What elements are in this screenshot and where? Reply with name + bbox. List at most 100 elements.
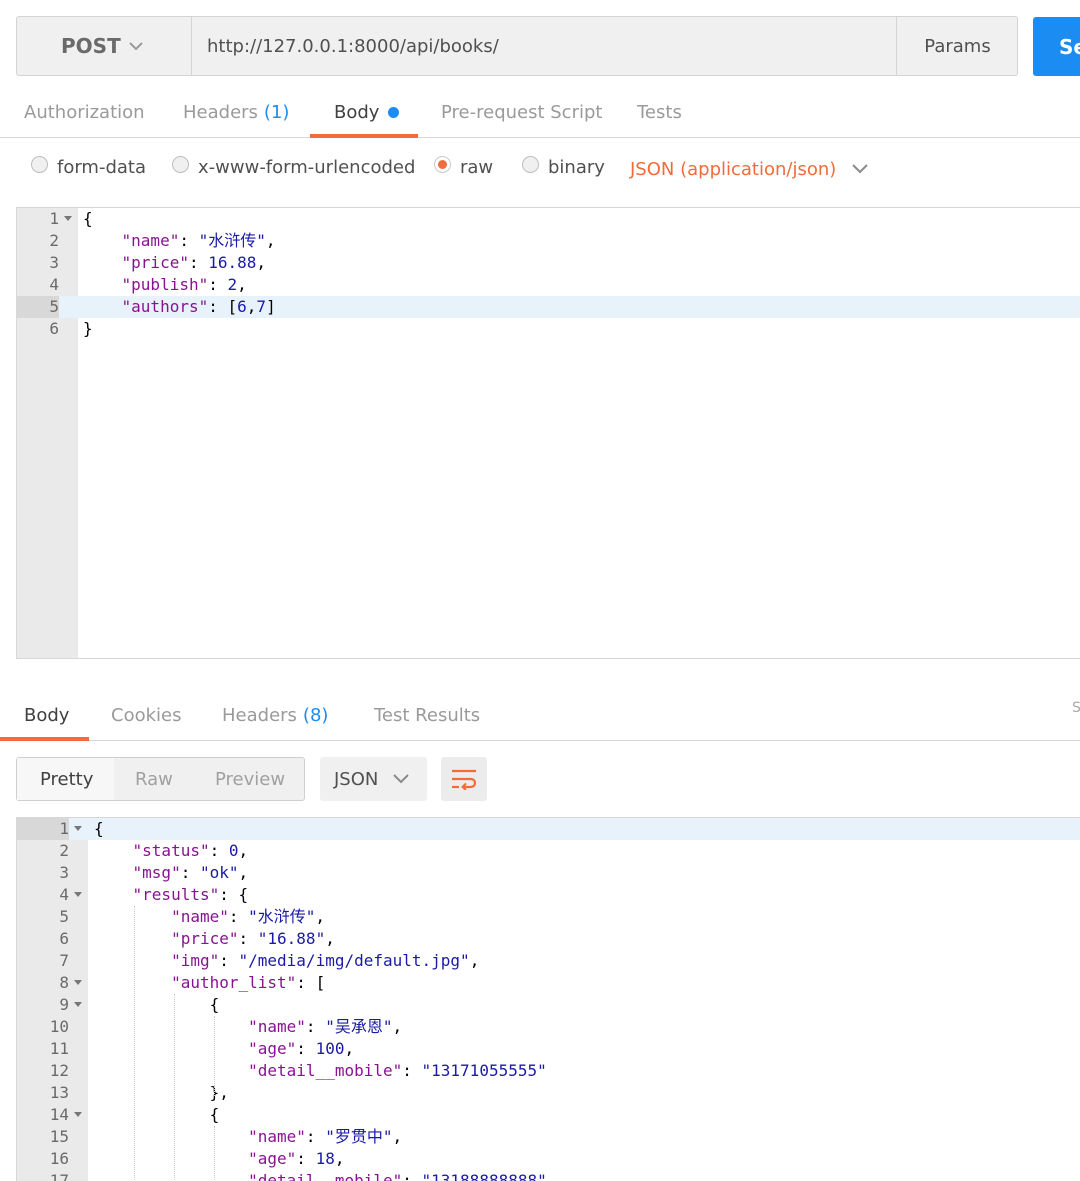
code-line: 11 "age": 100, bbox=[17, 1038, 1080, 1060]
fold-arrow-icon[interactable] bbox=[74, 1112, 82, 1117]
line-number: 15 bbox=[49, 1127, 69, 1146]
line-number: 5 bbox=[59, 907, 69, 926]
code-text: } bbox=[83, 319, 93, 338]
code-line: 4 "results": { bbox=[17, 884, 1080, 906]
params-button[interactable]: Params bbox=[896, 17, 1018, 75]
tab-body[interactable]: Body bbox=[334, 87, 400, 137]
radio-label: raw bbox=[460, 156, 494, 178]
url-input[interactable]: http://127.0.0.1:8000/api/books/ bbox=[207, 17, 499, 75]
tab-cookies[interactable]: Cookies bbox=[111, 690, 181, 740]
code-line: 8 "author_list": [ bbox=[17, 972, 1080, 994]
code-line: 3 "msg": "ok", bbox=[17, 862, 1080, 884]
wrap-lines-button[interactable] bbox=[441, 757, 487, 801]
line-number: 17 bbox=[49, 1171, 69, 1181]
view-preview[interactable]: Preview bbox=[215, 758, 285, 800]
line-number: 4 bbox=[49, 275, 59, 294]
view-raw[interactable]: Raw bbox=[135, 758, 173, 800]
code-line: 1{ bbox=[17, 208, 1080, 230]
line-number: 14 bbox=[49, 1105, 69, 1124]
fold-arrow-icon[interactable] bbox=[64, 216, 72, 221]
view-pretty[interactable]: Pretty bbox=[17, 758, 114, 800]
content-type-select[interactable]: JSON (application/json) bbox=[630, 150, 869, 188]
indent-guide bbox=[174, 994, 175, 1181]
tab-response-body[interactable]: Body bbox=[24, 690, 69, 740]
fold-arrow-icon[interactable] bbox=[74, 892, 82, 897]
tab-tests[interactable]: Tests bbox=[637, 87, 682, 137]
line-number: 12 bbox=[49, 1061, 69, 1080]
line-number: 1 bbox=[17, 818, 69, 840]
indent-guide bbox=[214, 1016, 215, 1096]
code-text: "author_list": [ bbox=[171, 973, 326, 992]
fold-arrow-icon[interactable] bbox=[74, 980, 82, 985]
body-mode-radios: form-data x-www-form-urlencoded raw bina… bbox=[0, 150, 1080, 184]
line-number: 8 bbox=[59, 973, 69, 992]
code-text: { bbox=[83, 209, 93, 228]
send-button[interactable]: Send bbox=[1033, 17, 1080, 76]
method-select[interactable]: POST bbox=[17, 17, 192, 75]
chevron-down-icon bbox=[393, 774, 409, 784]
tab-label: Pre-request Script bbox=[441, 101, 603, 123]
response-tabs: Body Cookies Headers (8) Test Results bbox=[0, 690, 1080, 741]
method-label: POST bbox=[61, 34, 121, 58]
code-line: 1{ bbox=[17, 818, 1080, 840]
code-line: 4 "publish": 2, bbox=[17, 274, 1080, 296]
code-line: 6 "price": "16.88", bbox=[17, 928, 1080, 950]
modified-dot-icon bbox=[388, 106, 400, 118]
tab-response-headers[interactable]: Headers (8) bbox=[222, 690, 328, 740]
radio-circle-icon bbox=[172, 155, 189, 173]
active-tab-indicator bbox=[310, 134, 418, 138]
code-line: 2 "status": 0, bbox=[17, 840, 1080, 862]
code-text: { bbox=[94, 995, 220, 1014]
active-tab-indicator bbox=[0, 737, 89, 741]
tab-test-results[interactable]: Test Results bbox=[374, 690, 480, 740]
line-number: 6 bbox=[49, 319, 59, 338]
fold-arrow-icon[interactable] bbox=[74, 826, 82, 831]
response-body-viewer[interactable]: 1{2 "status": 0, 3 "msg": "ok", 4 "results… bbox=[16, 817, 1080, 1181]
code-text: { bbox=[94, 819, 104, 838]
line-number: 2 bbox=[49, 231, 59, 250]
indent-guide bbox=[214, 1126, 215, 1181]
code-line: 9 { bbox=[17, 994, 1080, 1016]
line-number: 1 bbox=[49, 209, 59, 228]
code-text: "detail__mobile": "13188888888" bbox=[248, 1171, 547, 1181]
line-number: 13 bbox=[49, 1083, 69, 1102]
tab-pre-request-script[interactable]: Pre-request Script bbox=[441, 87, 602, 137]
chevron-down-icon bbox=[852, 164, 869, 174]
line-number: 6 bbox=[59, 929, 69, 948]
line-number: 2 bbox=[59, 841, 69, 860]
code-text: "age": 18, bbox=[248, 1149, 345, 1168]
tab-headers[interactable]: Headers (1) bbox=[183, 87, 289, 137]
radio-label: x-www-form-urlencoded bbox=[198, 156, 416, 178]
tab-label: Test Results bbox=[374, 704, 481, 726]
code-text: "authors": [6,7] bbox=[121, 297, 276, 316]
code-text: "detail__mobile": "13171055555" bbox=[248, 1061, 547, 1080]
tab-label: Headers bbox=[222, 704, 297, 726]
code-text: "img": "/media/img/default.jpg", bbox=[171, 951, 480, 970]
content-type-label: JSON (application/json) bbox=[630, 158, 837, 180]
code-text: "price": 16.88, bbox=[121, 253, 267, 272]
radio-circle-icon bbox=[31, 155, 48, 173]
code-line: 5 "name": "水浒传", bbox=[17, 906, 1080, 928]
line-number: 3 bbox=[59, 863, 69, 882]
format-select[interactable]: JSON bbox=[320, 757, 427, 801]
line-number: 7 bbox=[59, 951, 69, 970]
code-line: 10 "name": "吴承恩", bbox=[17, 1016, 1080, 1038]
radio-x-www-form-urlencoded[interactable]: x-www-form-urlencoded bbox=[172, 150, 415, 184]
line-number: 11 bbox=[49, 1039, 69, 1058]
radio-binary[interactable]: binary bbox=[522, 150, 605, 184]
tab-label: Headers bbox=[183, 101, 258, 123]
code-line: 16 "age": 18, bbox=[17, 1148, 1080, 1170]
request-body-editor[interactable]: 1{2 "name": "水浒传", 3 "price": 16.88, 4 "pu… bbox=[16, 207, 1080, 659]
fold-arrow-icon[interactable] bbox=[74, 1002, 82, 1007]
radio-label: binary bbox=[548, 156, 605, 178]
tab-authorization[interactable]: Authorization bbox=[24, 87, 145, 137]
radio-raw[interactable]: raw bbox=[434, 150, 493, 184]
code-text: "name": "水浒传", bbox=[121, 231, 276, 250]
code-text: "name": "吴承恩", bbox=[248, 1017, 403, 1036]
request-url-bar: POST http://127.0.0.1:8000/api/books/ Pa… bbox=[16, 16, 1018, 76]
chevron-down-icon bbox=[129, 42, 143, 51]
status-label-fragment: S bbox=[1072, 700, 1080, 716]
tab-label: Authorization bbox=[24, 101, 145, 123]
code-line: 13 }, bbox=[17, 1082, 1080, 1104]
radio-form-data[interactable]: form-data bbox=[31, 150, 146, 184]
